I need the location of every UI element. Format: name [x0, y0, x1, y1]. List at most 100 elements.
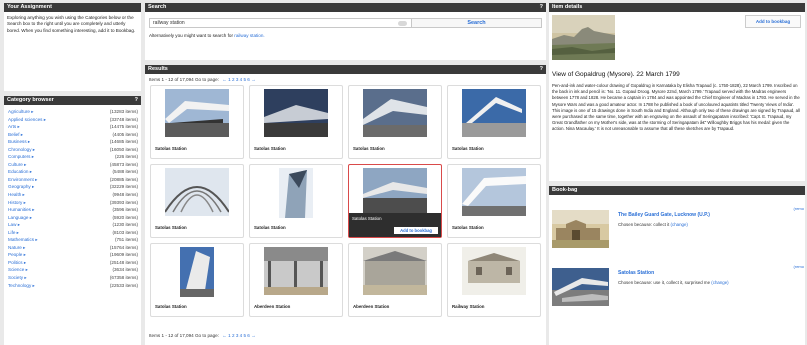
category-name[interactable]: Language ▸ [8, 214, 32, 222]
bookbag-item: Satolas Station Chosen because: use it, … [552, 264, 804, 308]
result-card[interactable]: Satolas Station [150, 85, 244, 159]
page-links[interactable]: ← 1 2 3 4 5 6 → [222, 333, 255, 338]
category-name[interactable]: Chronology ▸ [8, 146, 35, 154]
result-thumbnail[interactable] [363, 168, 427, 216]
category-item[interactable]: Belief ▸ (4405 items) [8, 131, 138, 139]
category-count: (13283 items) [109, 109, 138, 114]
result-card[interactable]: Aberdeen Station [348, 243, 442, 317]
help-icon[interactable]: ? [135, 96, 138, 105]
category-name[interactable]: Law ▸ [8, 221, 20, 229]
search-input[interactable]: railway station [150, 19, 411, 27]
category-item[interactable]: Arts ▸ (14475 items) [8, 123, 138, 131]
result-title: Satolas Station [155, 304, 187, 309]
category-name[interactable]: Geography ▸ [8, 183, 34, 191]
result-thumbnail[interactable] [165, 168, 229, 216]
category-name[interactable]: Computers ▸ [8, 153, 34, 161]
result-card[interactable]: Satolas Station [249, 85, 343, 159]
remove-link[interactable]: (remo [794, 264, 804, 269]
category-name[interactable]: Science ▸ [8, 266, 28, 274]
category-count: (14685 items) [109, 139, 138, 145]
result-card[interactable]: Satolas Station Add to bookbag [348, 164, 442, 238]
category-item[interactable]: Environment ▸ (20885 items) [8, 176, 138, 184]
result-thumbnail[interactable] [264, 247, 328, 295]
category-name[interactable]: Arts ▸ [8, 123, 20, 131]
category-item[interactable]: Mathematics ▸ (751 items) [8, 236, 138, 244]
category-item[interactable]: Law ▸ (1230 items) [8, 221, 138, 229]
result-card[interactable]: Satolas Station [348, 85, 442, 159]
category-name[interactable]: Culture ▸ [8, 161, 26, 169]
category-name[interactable]: Politics ▸ [8, 259, 26, 267]
bookbag-item-title[interactable]: Satolas Station [618, 270, 654, 276]
category-name[interactable]: Mathematics ▸ [8, 236, 38, 244]
category-item[interactable]: Computers ▸ (226 items) [8, 153, 138, 161]
category-item[interactable]: Health ▸ (9948 items) [8, 191, 138, 199]
category-item[interactable]: Technology ▸ (22533 items) [8, 282, 138, 290]
result-thumbnail[interactable] [264, 89, 328, 137]
category-item[interactable]: Language ▸ (5920 items) [8, 214, 138, 222]
help-icon[interactable]: ? [540, 3, 543, 12]
result-thumbnail[interactable] [462, 89, 526, 137]
result-card[interactable]: Satolas Station [249, 164, 343, 238]
help-icon[interactable]: ? [540, 65, 543, 74]
bookbag-thumbnail[interactable] [552, 210, 609, 248]
result-thumbnail[interactable] [363, 89, 427, 137]
category-item[interactable]: Nature ▸ (15764 items) [8, 244, 138, 252]
category-item[interactable]: Chronology ▸ (16050 items) [8, 146, 138, 154]
result-thumbnail[interactable] [462, 168, 526, 216]
bookbag-item: The Bailey Guard Gate, Lucknow (U.P.) Ch… [552, 206, 804, 250]
result-card[interactable]: Satolas Station [150, 164, 244, 238]
category-item[interactable]: Geography ▸ (32229 items) [8, 183, 138, 191]
category-name[interactable]: Society ▸ [8, 274, 27, 282]
alternative-link[interactable]: railway station. [234, 33, 264, 38]
category-name[interactable]: People ▸ [8, 251, 26, 259]
category-name[interactable]: Health ▸ [8, 191, 25, 199]
clear-icon[interactable] [398, 20, 407, 26]
category-name[interactable]: Life ▸ [8, 229, 19, 237]
category-item[interactable]: Politics ▸ (25148 items) [8, 259, 138, 267]
search-title: Search [148, 4, 167, 10]
add-to-bookbag-button[interactable]: Add to bookbag [745, 15, 801, 28]
result-card[interactable]: Satolas Station [447, 164, 541, 238]
category-name[interactable]: Agriculture ▸ [8, 108, 34, 116]
category-item[interactable]: Business ▸ (14685 items) [8, 138, 138, 146]
result-card[interactable]: Railway Station [447, 243, 541, 317]
page-links[interactable]: ← 1 2 3 4 5 6 → [222, 77, 255, 82]
category-item[interactable]: Education ▸ (5488 items) [8, 168, 138, 176]
category-item[interactable]: Society ▸ (67358 items) [8, 274, 138, 282]
result-thumbnail[interactable] [165, 89, 229, 137]
remove-link[interactable]: (remo [794, 206, 804, 211]
result-thumbnail[interactable] [180, 247, 214, 297]
category-name[interactable]: Technology ▸ [8, 282, 35, 290]
category-name[interactable]: Environment ▸ [8, 176, 37, 184]
category-item[interactable]: Applied sciences ▸ (33748 items) [8, 116, 138, 124]
category-item[interactable]: Science ▸ (3634 items) [8, 266, 138, 274]
category-item[interactable]: Life ▸ (8103 items) [8, 229, 138, 237]
category-item[interactable]: History ▸ (39393 items) [8, 199, 138, 207]
result-title: Satolas Station [254, 146, 286, 151]
change-link[interactable]: (change) [671, 222, 688, 227]
category-name[interactable]: Belief ▸ [8, 131, 23, 139]
result-thumbnail[interactable] [462, 247, 526, 295]
pager-top: Items 1 - 12 of 17,094 Go to page: ← 1 2… [145, 74, 546, 85]
bookbag-thumbnail[interactable] [552, 268, 609, 306]
search-button[interactable]: Search [411, 19, 541, 27]
category-item[interactable]: Culture ▸ (45873 items) [8, 161, 138, 169]
category-name[interactable]: Education ▸ [8, 168, 32, 176]
result-card[interactable]: Aberdeen Station [249, 243, 343, 317]
category-item[interactable]: Humanities ▸ (3596 items) [8, 206, 138, 214]
change-link[interactable]: (change) [711, 280, 728, 285]
result-card[interactable]: Satolas Station [447, 85, 541, 159]
add-to-bookbag-button[interactable]: Add to bookbag [394, 227, 438, 234]
category-name[interactable]: History ▸ [8, 199, 26, 207]
category-name[interactable]: Business ▸ [8, 138, 30, 146]
category-item[interactable]: People ▸ (19609 items) [8, 251, 138, 259]
result-card[interactable]: Satolas Station [150, 243, 244, 317]
category-item[interactable]: Agriculture ▸ (13283 items) [8, 108, 138, 116]
category-name[interactable]: Humanities ▸ [8, 206, 35, 214]
category-name[interactable]: Applied sciences ▸ [8, 116, 46, 124]
search-header: Search ? [145, 3, 546, 12]
result-thumbnail[interactable] [363, 247, 427, 295]
bookbag-item-title[interactable]: The Bailey Guard Gate, Lucknow (U.P.) [618, 212, 710, 218]
category-name[interactable]: Nature ▸ [8, 244, 25, 252]
result-thumbnail[interactable] [279, 168, 313, 218]
